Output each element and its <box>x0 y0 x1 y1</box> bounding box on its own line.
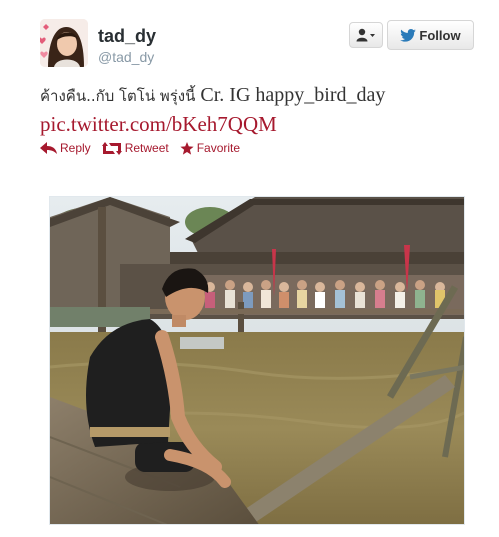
follow-label: Follow <box>419 27 461 43</box>
follow-button[interactable]: Follow <box>387 20 474 50</box>
avatar-photo-icon <box>40 19 88 67</box>
twitter-bird-icon <box>400 28 417 42</box>
avatar[interactable] <box>40 19 88 67</box>
retweet-label: Retweet <box>124 141 169 155</box>
retweet-action[interactable]: Retweet <box>101 141 169 155</box>
screen-name[interactable]: @tad_dy <box>98 49 154 65</box>
tweet-text-latin: Cr. IG happy_bird_day <box>195 84 386 106</box>
reply-action[interactable]: Reply <box>40 141 91 155</box>
tweet-text: ค้างคืน..กับ โตโน่ พรุ่งนี้ Cr. IG happy… <box>40 81 480 111</box>
retweet-icon <box>101 141 122 155</box>
tweet-photo-icon <box>50 197 464 524</box>
tweet-actions: Reply Retweet Favorite <box>40 141 251 155</box>
user-actions-dropdown-button[interactable] <box>349 22 383 48</box>
star-icon <box>180 141 194 155</box>
tweet-text-thai: ค้างคืน..กับ โตโน่ พรุ่งนี้ <box>40 87 196 105</box>
tweet-photo-link[interactable]: pic.twitter.com/bKeh7QQM <box>40 112 277 137</box>
favorite-action[interactable]: Favorite <box>180 141 240 155</box>
person-dropdown-icon <box>356 28 375 42</box>
tweet-photo[interactable] <box>49 196 465 525</box>
reply-icon <box>40 142 57 154</box>
reply-label: Reply <box>60 141 91 155</box>
tweet-card: tad_dy @tad_dy Follow ค้างคืน..กับ โตโน่… <box>0 0 499 537</box>
favorite-label: Favorite <box>196 141 241 155</box>
display-name[interactable]: tad_dy <box>98 26 156 47</box>
